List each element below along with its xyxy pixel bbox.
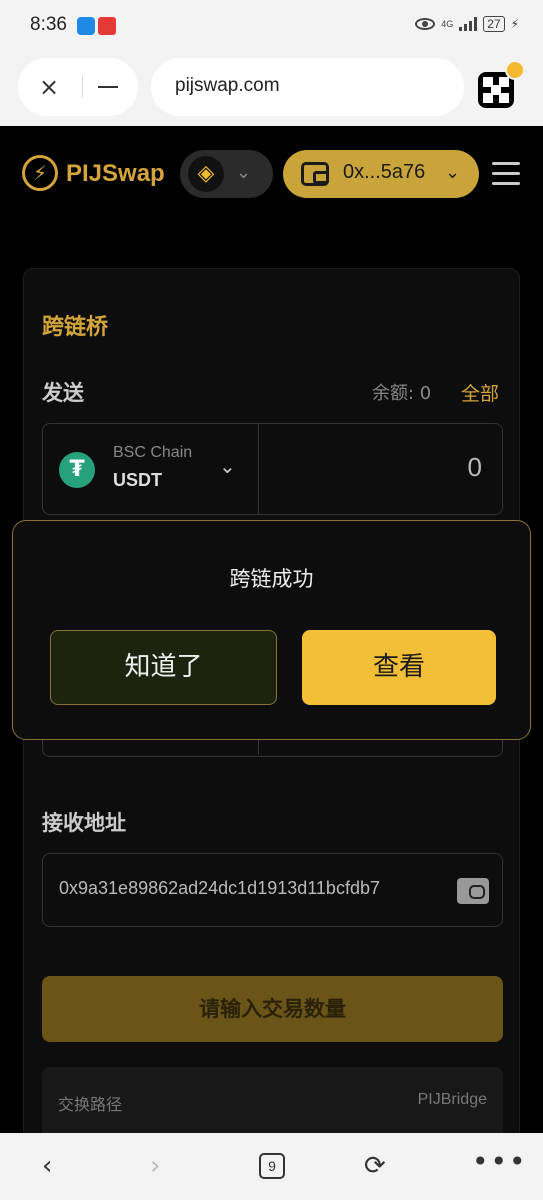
app-header: ⚡ PIJSwap ◈ ⌄ 0x...5a76 ⌄ [0, 126, 543, 226]
route-value: PIJBridge [417, 1091, 487, 1108]
browser-bottom-nav: ‹ › 9 ⟳ ••• [0, 1133, 543, 1200]
status-bar: 8:36 4G 27 ⚡ [0, 0, 543, 52]
chevron-down-icon: ⌄ [445, 162, 461, 183]
signal-icon [459, 17, 478, 31]
address-bar[interactable]: pijswap.com [151, 58, 464, 116]
amount-input[interactable]: 0 [468, 452, 482, 483]
balance-text: 余额: 0 [372, 383, 432, 404]
hamburger-menu-icon[interactable] [492, 162, 520, 186]
browser-toolbar: × pijswap.com [0, 52, 543, 126]
wallet-icon [301, 162, 329, 186]
send-label: 发送 [42, 381, 84, 405]
wallet-button[interactable]: 0x...5a76 ⌄ [283, 150, 479, 198]
max-all-button[interactable]: 全部 [461, 379, 499, 406]
divider [258, 424, 259, 514]
logo-text: PIJSwap [66, 160, 165, 187]
notification-app-icon [77, 17, 95, 35]
tab-controls: × [18, 58, 138, 116]
usdt-token-icon: ₮ [59, 452, 95, 488]
bnb-badge-icon [505, 60, 525, 80]
wallet-address: 0x...5a76 [343, 161, 426, 183]
receive-address-field[interactable]: 0x9a31e89862ad24dc1d1913d11bcfdb7 [42, 853, 503, 927]
url-text: pijswap.com [175, 75, 280, 96]
battery-level: 27 [483, 16, 505, 32]
status-indicators: 4G 27 ⚡ [415, 16, 519, 32]
submit-button[interactable]: 请输入交易数量 [42, 976, 503, 1042]
view-button[interactable]: 查看 [302, 630, 496, 705]
dialog-title: 跨链成功 [229, 567, 314, 591]
back-icon[interactable]: ‹ [42, 1151, 52, 1181]
status-time: 8:36 [30, 14, 67, 35]
token-symbol: USDT [113, 470, 162, 490]
receive-address-label: 接收地址 [42, 811, 126, 835]
got-it-button[interactable]: 知道了 [50, 630, 277, 705]
source-chain-name: BSC Chain [113, 444, 193, 461]
minimize-icon[interactable] [98, 86, 118, 88]
wallet-icon[interactable] [457, 878, 489, 904]
reload-icon[interactable]: ⟳ [364, 1151, 386, 1181]
network-type: 4G [441, 18, 454, 29]
forward-icon[interactable]: › [150, 1151, 160, 1181]
chain-selector-button[interactable]: ◈ ⌄ [180, 150, 273, 198]
divider [82, 76, 83, 98]
receive-address-value: 0x9a31e89862ad24dc1d1913d11bcfdb7 [59, 878, 380, 898]
token-selector[interactable]: ₮ BSC Chain USDT ⌄ [43, 424, 258, 514]
lightning-logo-icon: ⚡ [22, 155, 58, 191]
send-token-box: ₮ BSC Chain USDT ⌄ 0 [42, 423, 503, 515]
more-menu-icon[interactable]: ••• [472, 1145, 528, 1178]
bnb-chain-icon: ◈ [188, 156, 224, 192]
close-tab-icon[interactable]: × [38, 75, 60, 99]
notification-app-icon [98, 17, 116, 35]
success-dialog: 跨链成功 知道了 查看 [12, 520, 531, 740]
page-title: 跨链桥 [42, 315, 109, 340]
eye-comfort-icon [415, 18, 436, 30]
tabs-button[interactable]: 9 [259, 1153, 285, 1179]
charging-icon: ⚡ [510, 17, 519, 31]
route-label: 交换路径 [58, 1095, 123, 1114]
chevron-down-icon: ⌄ [219, 454, 236, 478]
chevron-down-icon: ⌄ [236, 162, 252, 183]
